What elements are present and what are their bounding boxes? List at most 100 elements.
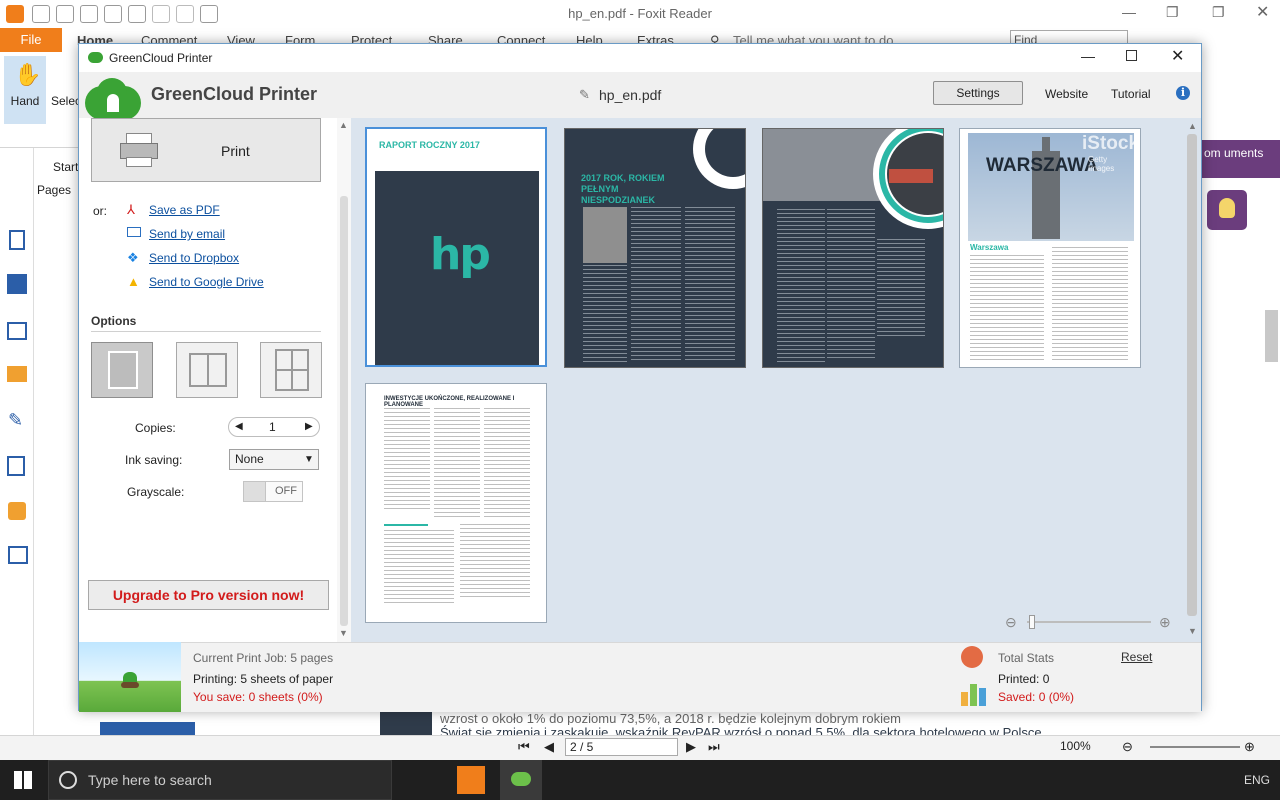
attachment-icon[interactable]: ✎	[8, 410, 23, 431]
preview-scroll-thumb[interactable]	[1187, 134, 1197, 616]
increment-icon[interactable]: ▶	[305, 421, 313, 432]
last-page-icon[interactable]: ⏭	[708, 739, 720, 755]
preview-zoom-slider[interactable]	[1027, 621, 1151, 623]
settings-button[interactable]: Settings	[933, 81, 1023, 105]
upgrade-button[interactable]: Upgrade to Pro version now!	[88, 580, 329, 610]
google-drive-icon: ▲	[127, 274, 140, 289]
ink-saving-select[interactable]: None ▼	[229, 449, 319, 470]
greencloud-taskbar-icon[interactable]	[500, 760, 542, 800]
layout-4-per-sheet-button[interactable]	[260, 342, 322, 398]
pdf-promo-banner[interactable]: om uments	[1200, 140, 1280, 178]
printed-count: Printed: 0	[998, 672, 1050, 686]
lock-icon[interactable]	[8, 502, 26, 520]
portrait-photo	[583, 207, 627, 263]
close-window-icon[interactable]: ❐	[1212, 4, 1225, 21]
foxit-taskbar-icon[interactable]	[457, 766, 485, 794]
print-button[interactable]	[91, 118, 321, 182]
copies-label: Copies:	[135, 421, 176, 435]
page-thumbnail[interactable]: INWESTYCJE UKOŃCZONE, REALIZOWANE I PLAN…	[365, 383, 547, 623]
file-tab[interactable]: File	[0, 28, 62, 52]
zoom-level[interactable]: 100%	[1060, 739, 1091, 753]
foxit-scroll-thumb[interactable]	[1265, 310, 1278, 362]
zoom-in-icon[interactable]: ⊕	[1244, 739, 1255, 755]
zoom-out-icon[interactable]: ⊖	[1122, 739, 1133, 755]
options-heading: Options	[91, 314, 137, 328]
page-title: WARSZAWA	[986, 155, 1098, 176]
send-by-email-link[interactable]: Send by email	[149, 227, 225, 241]
options-divider	[91, 331, 321, 332]
filename[interactable]: hp_en.pdf	[599, 87, 661, 103]
grayscale-toggle[interactable]: OFF	[243, 481, 303, 502]
language-indicator[interactable]: ENG	[1244, 773, 1270, 787]
hp-logo: hp	[430, 229, 491, 280]
greencloud-dialog: GreenCloud Printer — ✕ GreenCloud Printe…	[78, 43, 1202, 712]
copies-value: 1	[269, 420, 276, 434]
hand-button[interactable]: ✋	[4, 56, 46, 124]
comments-icon[interactable]	[7, 366, 27, 382]
ink-saving-value: None	[235, 452, 264, 466]
options-scroll-thumb[interactable]	[340, 196, 348, 626]
select-label[interactable]: Selec	[51, 94, 81, 108]
saved-count: Saved: 0 (0%)	[998, 690, 1075, 704]
dialog-titlebar: GreenCloud Printer — ✕	[79, 44, 1201, 72]
edit-filename-icon[interactable]: ✎	[579, 87, 590, 103]
zoom-in-preview-icon[interactable]: ⊕	[1159, 614, 1171, 631]
page-thumbnail[interactable]: 2017 ROK, ROKIEM PEŁNYM NIESPODZIANEK	[564, 128, 746, 368]
preview-scroll-down-icon[interactable]: ▼	[1188, 626, 1197, 636]
scroll-down-icon[interactable]: ▼	[339, 628, 348, 638]
dialog-minimize-icon[interactable]: —	[1081, 48, 1095, 64]
page-number-input[interactable]: 2 / 5	[565, 738, 678, 756]
close-icon[interactable]: ✕	[1256, 2, 1269, 22]
istock-watermark: iStock	[1082, 133, 1140, 154]
layout-2-per-sheet-button[interactable]	[176, 342, 238, 398]
signature-icon[interactable]	[7, 456, 25, 476]
grayscale-label: Grayscale:	[127, 485, 185, 499]
windows-start-icon[interactable]	[14, 771, 32, 789]
foxit-right-strip	[1200, 140, 1260, 740]
printing-text: Printing: 5 sheets of paper	[193, 672, 334, 686]
layers-icon[interactable]	[7, 322, 27, 340]
ink-saving-label: Ink saving:	[125, 453, 183, 467]
save-as-pdf-link[interactable]: Save as PDF	[149, 203, 220, 217]
minimize-icon[interactable]: —	[1122, 4, 1136, 20]
send-to-dropbox-link[interactable]: Send to Dropbox	[149, 251, 239, 265]
page-thumbnail[interactable]	[762, 128, 944, 368]
reset-link[interactable]: Reset	[1121, 650, 1152, 664]
page-thumbnail-icon[interactable]	[9, 230, 25, 250]
thumbnail-preview[interactable]	[100, 722, 195, 736]
you-save-text: You save: 0 sheets (0%)	[193, 690, 323, 704]
website-link[interactable]: Website	[1045, 87, 1088, 101]
page-thumbnail[interactable]: RAPORT ROCZNY 2017 hp	[365, 127, 547, 367]
award-icon	[961, 646, 983, 668]
footer-landscape-icon	[79, 642, 181, 712]
tutorial-link[interactable]: Tutorial	[1111, 87, 1151, 101]
decrement-icon[interactable]: ◀	[235, 421, 243, 432]
scroll-up-icon[interactable]: ▲	[339, 120, 348, 130]
copies-stepper[interactable]: ◀ 1 ▶	[228, 417, 320, 437]
zoom-out-preview-icon[interactable]: ⊖	[1005, 614, 1017, 631]
warsaw-photo: WARSZAWA iStock Getty Images	[968, 133, 1139, 241]
info-icon[interactable]: i	[1176, 86, 1190, 100]
preview-zoom-handle[interactable]	[1029, 615, 1035, 629]
dialog-maximize-icon[interactable]	[1126, 50, 1137, 61]
prev-page-icon[interactable]: ◀	[544, 739, 554, 755]
bookmarks-icon[interactable]	[7, 274, 27, 294]
preview-scroll-up-icon[interactable]: ▲	[1188, 121, 1197, 131]
getty-watermark: Getty Images	[1088, 155, 1115, 173]
current-job-text: Current Print Job: 5 pages	[193, 651, 334, 665]
zoom-slider[interactable]	[1150, 746, 1240, 748]
foxit-titlebar: hp_en.pdf - Foxit Reader — ❐ ❐ ✕	[0, 0, 1280, 28]
pages-label: Pages	[37, 183, 72, 197]
certify-icon[interactable]	[8, 546, 28, 564]
hand-label: Hand	[10, 94, 40, 108]
next-page-icon[interactable]: ▶	[686, 739, 696, 755]
start-tab[interactable]: Start	[53, 160, 78, 174]
lightbulb-icon[interactable]	[1207, 190, 1247, 230]
send-to-google-drive-link[interactable]: Send to Google Drive	[149, 275, 264, 289]
restore-icon[interactable]: ❐	[1166, 4, 1179, 21]
page-thumbnail[interactable]: WARSZAWA iStock Getty Images Warszawa	[959, 128, 1141, 368]
document-text-line-1: wzrost o około 1% do poziomu 73,5%, a 20…	[440, 711, 902, 725]
dialog-close-icon[interactable]: ✕	[1171, 46, 1184, 66]
layout-1-per-sheet-button[interactable]	[91, 342, 153, 398]
first-page-icon[interactable]: ⏮	[518, 739, 530, 755]
